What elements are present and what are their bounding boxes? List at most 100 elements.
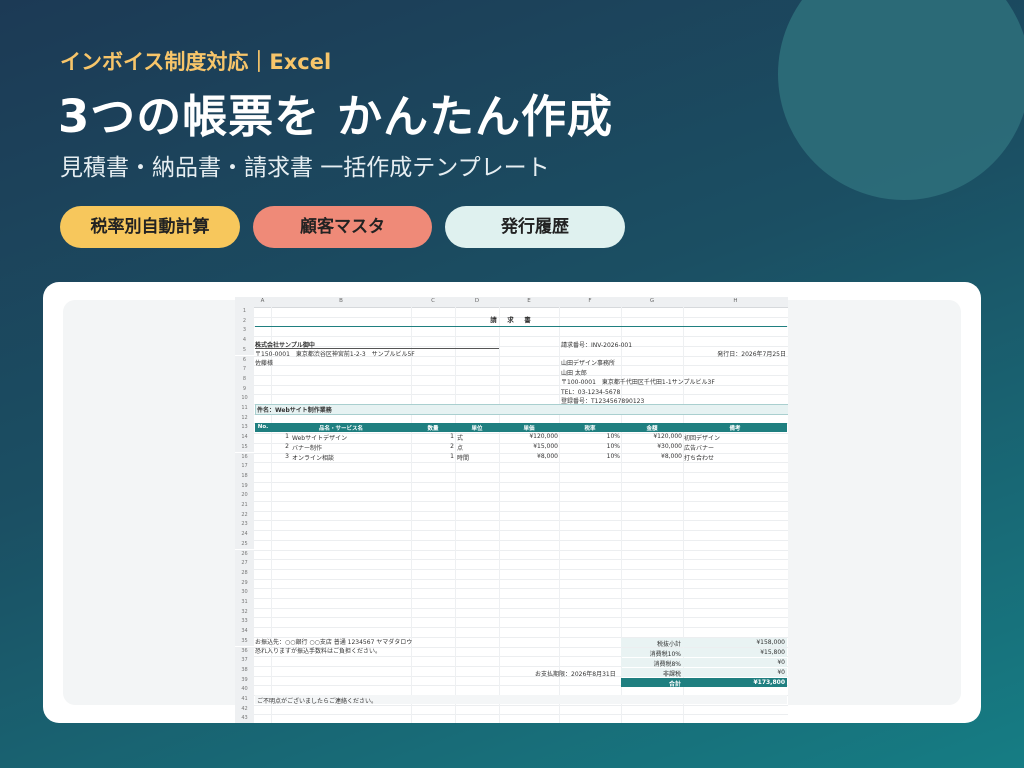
- row-header[interactable]: 35: [235, 636, 254, 647]
- row-header[interactable]: 38: [235, 665, 254, 676]
- total-label: 合計: [668, 681, 681, 688]
- row-header[interactable]: 15: [235, 442, 254, 453]
- item-qty: 2: [450, 443, 454, 450]
- row-gridline: [254, 374, 788, 376]
- column-header-f[interactable]: F: [559, 298, 621, 304]
- row-header[interactable]: 4: [235, 336, 254, 346]
- row-header[interactable]: 30: [235, 588, 254, 598]
- total-row-tax8: 消費税8% ¥0: [621, 658, 787, 668]
- th-qty: 数量: [427, 426, 439, 432]
- row-header[interactable]: 24: [235, 530, 254, 540]
- issuer-tel: TEL：03-1234-5678: [561, 389, 621, 396]
- item-no: 2: [285, 443, 289, 450]
- column-header-g[interactable]: G: [621, 298, 683, 304]
- row-gridline: [254, 462, 788, 464]
- row-header[interactable]: 8: [235, 374, 254, 385]
- item-qty: 1: [450, 453, 454, 460]
- row-header[interactable]: 18: [235, 471, 254, 482]
- footer-note: ご不明点がございましたらご連絡ください。: [257, 698, 378, 705]
- row-header[interactable]: 7: [235, 365, 254, 375]
- row-header[interactable]: 37: [235, 656, 254, 666]
- row-header[interactable]: 16: [235, 452, 254, 463]
- item-price: ¥120,000: [529, 433, 558, 440]
- row-header[interactable]: 42: [235, 704, 254, 715]
- row-header[interactable]: 29: [235, 578, 254, 589]
- column-header-d[interactable]: D: [455, 298, 499, 304]
- item-name: バナー制作: [292, 445, 323, 452]
- row-header[interactable]: 10: [235, 394, 254, 404]
- th-tax: 税率: [584, 426, 596, 432]
- row-header[interactable]: 27: [235, 559, 254, 569]
- row-gridline: [254, 568, 788, 570]
- total-label: 消費税8%: [653, 661, 681, 668]
- row-gridline: [254, 598, 788, 599]
- row-gridline: [254, 365, 788, 367]
- row-gridline: [254, 471, 788, 473]
- col-divider: [455, 307, 456, 723]
- column-header-h[interactable]: H: [683, 298, 788, 304]
- row-header[interactable]: 12: [235, 413, 254, 424]
- row-gridline: [254, 510, 788, 512]
- row-header[interactable]: 28: [235, 568, 254, 579]
- row-header[interactable]: 39: [235, 675, 254, 686]
- item-amount: ¥30,000: [657, 443, 682, 450]
- column-header-e[interactable]: E: [499, 298, 559, 304]
- row-header[interactable]: 9: [235, 384, 254, 395]
- subline: 見積書・納品書・請求書 一括作成テンプレート: [60, 155, 550, 181]
- row-header[interactable]: 32: [235, 607, 254, 618]
- row-header[interactable]: 21: [235, 501, 254, 511]
- col-divider: [271, 307, 272, 723]
- row-header[interactable]: 33: [235, 617, 254, 628]
- row-header[interactable]: 6: [235, 355, 254, 366]
- row-header[interactable]: 13: [235, 423, 254, 434]
- item-no: 3: [285, 453, 289, 460]
- row-header[interactable]: 25: [235, 539, 254, 550]
- total-value: ¥0: [777, 659, 785, 666]
- th-no: No.: [257, 424, 269, 430]
- column-header-c[interactable]: C: [411, 298, 455, 304]
- row-gridline: [254, 539, 788, 541]
- item-amount: ¥120,000: [653, 433, 682, 440]
- item-note: 初回デザイン: [684, 435, 721, 442]
- item-tax: 10%: [606, 453, 620, 460]
- item-unit: 点: [457, 445, 464, 452]
- subject-text: 件名：Webサイト制作業務: [257, 407, 332, 414]
- item-note: 広告バナー: [684, 445, 715, 452]
- row-header[interactable]: 43: [235, 714, 254, 723]
- total-value: ¥173,800: [753, 679, 785, 686]
- row-header[interactable]: 14: [235, 433, 254, 443]
- row-header[interactable]: 26: [235, 549, 254, 560]
- th-note: 備考: [729, 426, 741, 432]
- row-gridline: [254, 617, 788, 619]
- issuer-address: 〒100-0001 東京都千代田区千代田1-1サンプルビル3F: [561, 379, 715, 386]
- row-header[interactable]: 17: [235, 462, 254, 472]
- row-header[interactable]: 34: [235, 627, 254, 637]
- row-header[interactable]: 31: [235, 598, 254, 608]
- row-header[interactable]: 19: [235, 481, 254, 492]
- fee-note: 恐れ入りますが振込手数料はご負担ください。: [255, 648, 382, 655]
- row-gridline: [254, 530, 788, 532]
- column-header-b[interactable]: B: [271, 298, 411, 304]
- col-divider: [559, 307, 560, 723]
- row-header[interactable]: 40: [235, 685, 254, 695]
- item-price: ¥8,000: [537, 453, 558, 460]
- headline: 3つの帳票を かんたん作成: [58, 90, 613, 143]
- item-tax: 10%: [606, 443, 620, 450]
- row-header[interactable]: 36: [235, 646, 254, 657]
- row-header[interactable]: 11: [235, 404, 254, 414]
- row-header[interactable]: 3: [235, 326, 254, 337]
- feature-pill-customer-master: 顧客マスタ: [253, 206, 432, 248]
- row-header[interactable]: 20: [235, 491, 254, 501]
- column-header-a[interactable]: A: [254, 298, 271, 304]
- row-header[interactable]: 5: [235, 345, 254, 356]
- row-gridline: [254, 501, 788, 502]
- item-name: Webサイトデザイン: [292, 435, 348, 442]
- row-header[interactable]: 23: [235, 520, 254, 531]
- item-name: オンライン相談: [292, 455, 335, 462]
- row-header[interactable]: 41: [235, 695, 254, 705]
- row-header[interactable]: 22: [235, 510, 254, 521]
- row-gridline: [254, 607, 788, 609]
- payment-due: お支払期限：2026年8月31日: [535, 671, 616, 678]
- total-value: ¥0: [777, 669, 785, 676]
- total-value: ¥15,800: [760, 649, 785, 656]
